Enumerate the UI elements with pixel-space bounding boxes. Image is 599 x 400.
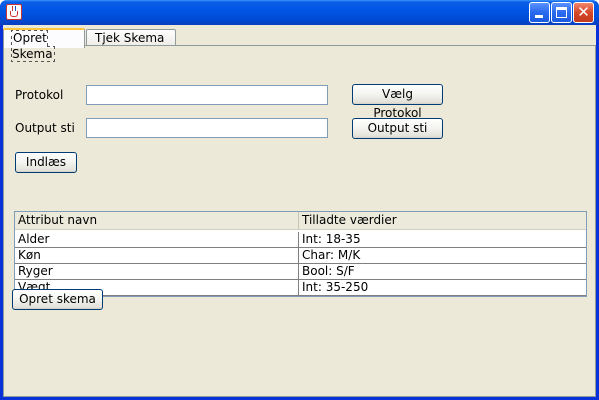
tab-panel: Protokol Vælg Protokol Output sti Output… <box>3 45 596 397</box>
table-cell[interactable]: Char: M/K <box>299 248 586 264</box>
table-header: Attribut navn Tilladte værdier <box>15 212 586 230</box>
table-cell[interactable]: Int: 35-250 <box>299 280 586 296</box>
attribute-table[interactable]: Attribut navn Tilladte værdier Alder Int… <box>14 211 587 297</box>
tab-label: Tjek Skema <box>95 31 165 45</box>
column-header-tilladte-vaerdier[interactable]: Tilladte værdier <box>299 212 586 230</box>
maximize-button[interactable] <box>551 2 572 23</box>
table-cell[interactable]: Køn <box>15 248 299 264</box>
table-cell[interactable]: Alder <box>15 232 299 248</box>
output-input[interactable] <box>86 118 328 138</box>
load-button[interactable]: Indlæs <box>15 152 77 173</box>
tab-opret-skema[interactable]: Opret Skema <box>3 28 85 62</box>
minimize-button[interactable] <box>529 2 550 23</box>
java-cup-icon[interactable] <box>6 4 22 20</box>
client-area: Opret Skema Tjek Skema Protokol Vælg Pro… <box>3 25 596 397</box>
close-button[interactable]: ✕ <box>573 2 594 23</box>
close-icon: ✕ <box>577 3 590 21</box>
output-path-button[interactable]: Output sti <box>352 118 443 139</box>
table-cell[interactable]: Int: 18-35 <box>299 232 586 248</box>
table-row[interactable]: Alder Int: 18-35 <box>15 232 586 248</box>
table-cell[interactable]: Bool: S/F <box>299 264 586 280</box>
table-row[interactable]: Køn Char: M/K <box>15 248 586 264</box>
maximize-icon <box>556 7 567 18</box>
create-schema-button[interactable]: Opret skema <box>12 289 103 310</box>
table-body: Alder Int: 18-35 Køn Char: M/K Ryger Boo… <box>15 232 586 296</box>
minimize-icon <box>535 15 543 18</box>
output-label: Output sti <box>15 121 75 135</box>
column-header-attribut-navn[interactable]: Attribut navn <box>15 212 299 230</box>
table-row[interactable]: Ryger Bool: S/F <box>15 264 586 280</box>
table-cell[interactable]: Ryger <box>15 264 299 280</box>
title-bar[interactable]: ✕ <box>0 0 599 25</box>
protokol-input[interactable] <box>86 85 328 105</box>
app-window: ✕ Opret Skema Tjek Skema Protokol Vælg P… <box>0 0 599 400</box>
choose-protocol-button[interactable]: Vælg Protokol <box>352 84 443 120</box>
tab-label: Opret Skema <box>11 30 55 62</box>
protokol-label: Protokol <box>15 88 64 102</box>
